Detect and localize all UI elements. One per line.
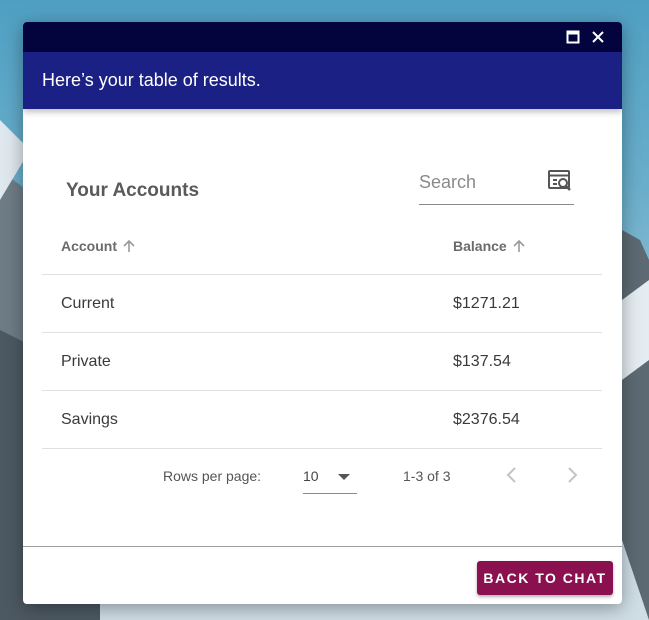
arrow-up-icon [513,239,525,252]
search-icon[interactable] [547,169,573,193]
back-to-chat-button[interactable]: BACK TO CHAT [477,561,613,595]
cell-account: Private [61,353,111,370]
cell-balance: $137.54 [453,353,511,370]
cell-account: Savings [61,411,118,428]
results-banner: Here’s your table of results. [23,52,622,109]
close-icon[interactable] [589,28,607,46]
column-label-balance: Balance [453,238,507,254]
arrow-up-icon [123,239,135,252]
search-input[interactable] [419,169,539,195]
column-label-account: Account [61,238,117,254]
rows-per-page-label: Rows per page: [163,468,262,484]
caret-down-icon [338,474,350,480]
table-header: Account Balance [42,219,602,275]
accounts-panel: Your Accounts Account [23,109,622,547]
accounts-title: Your Accounts [66,180,200,201]
dialog-footer: BACK TO CHAT [23,546,622,604]
table-row[interactable]: Current $1271.21 [42,275,602,333]
cell-balance: $2376.54 [453,411,520,428]
column-header-account[interactable]: Account [61,238,137,254]
cell-account: Current [61,295,115,312]
chevron-left-icon[interactable] [500,463,524,487]
pagination: Rows per page: 10 1-3 of 3 [42,449,602,509]
table-row[interactable]: Savings $2376.54 [42,391,602,449]
results-dialog: Here’s your table of results. Your Accou… [23,22,622,604]
table-row[interactable]: Private $137.54 [42,333,602,391]
maximize-icon[interactable] [564,28,582,46]
rows-per-page-select[interactable]: 10 [303,463,357,494]
rows-per-page-value: 10 [303,468,319,484]
page-range: 1-3 of 3 [403,468,451,484]
dialog-titlebar [23,22,622,52]
banner-text: Here’s your table of results. [42,70,261,90]
chevron-right-icon[interactable] [560,463,584,487]
search-field[interactable] [419,165,574,205]
accounts-table: Account Balance Current $1271.21 Private… [42,219,602,449]
cell-balance: $1271.21 [453,295,520,312]
column-header-balance[interactable]: Balance [453,238,527,254]
